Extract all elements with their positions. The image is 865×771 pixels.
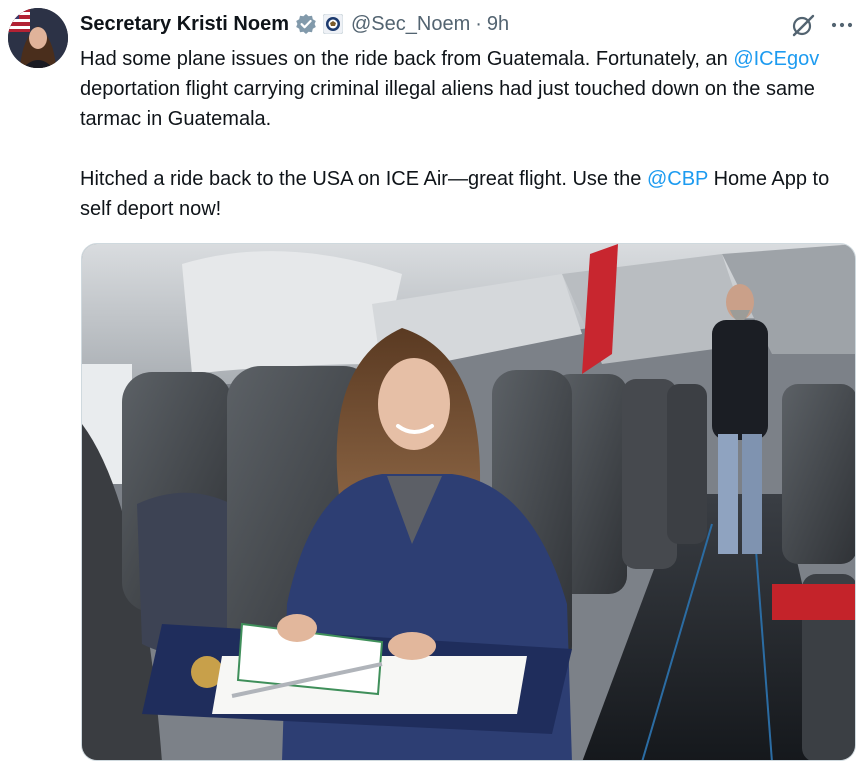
separator-dot: · bbox=[475, 12, 482, 35]
tweet-text: Had some plane issues on the ride back f… bbox=[80, 44, 855, 224]
tweet-paragraph-1: Had some plane issues on the ride back f… bbox=[80, 48, 820, 130]
grok-icon[interactable] bbox=[790, 12, 816, 38]
dhs-seal-icon[interactable] bbox=[322, 14, 343, 34]
author-avatar[interactable] bbox=[8, 8, 68, 68]
mention-cbp[interactable]: @CBP bbox=[647, 168, 708, 190]
author-handle[interactable]: @Sec_Noem bbox=[351, 13, 470, 36]
tweet-photo[interactable] bbox=[81, 243, 856, 761]
mention-icegov[interactable]: @ICEgov bbox=[733, 48, 819, 70]
more-options-icon[interactable] bbox=[829, 12, 855, 38]
tweet-paragraph-2: Hitched a ride back to the USA on ICE Ai… bbox=[80, 168, 830, 220]
tweet-timestamp[interactable]: 9h bbox=[487, 13, 509, 36]
author-name[interactable]: Secretary Kristi Noem bbox=[80, 13, 289, 36]
verified-badge-icon[interactable] bbox=[295, 13, 317, 35]
tweet-header: Secretary Kristi Noem @Sec_Noem · 9h bbox=[80, 10, 509, 38]
